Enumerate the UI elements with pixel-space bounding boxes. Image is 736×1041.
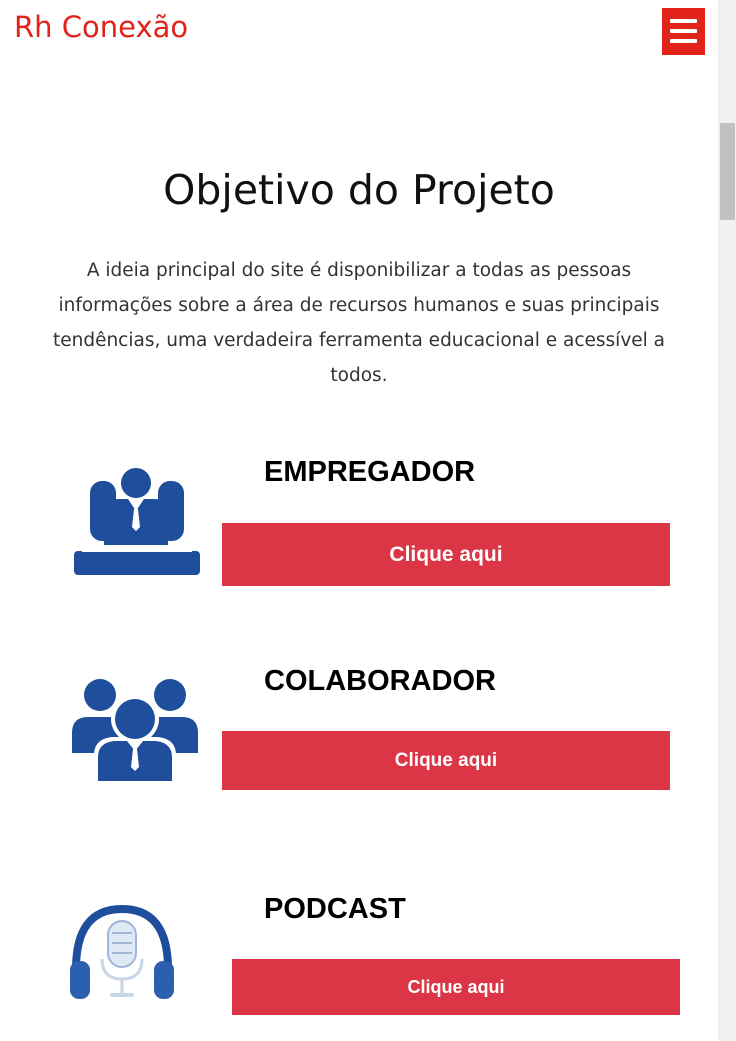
team-icon [70,675,200,787]
brand-logo-text[interactable]: Rh Conexão [14,10,188,44]
card-title-colaborador: COLABORADOR [264,665,496,697]
card-title-empregador: EMPREGADOR [264,456,476,488]
podcast-button[interactable]: Clique aqui [232,959,680,1015]
section-description: A ideia principal do site é disponibiliz… [52,260,666,386]
card-title-podcast: PODCAST [264,893,406,925]
scrollbar-thumb[interactable] [720,123,735,220]
hamburger-menu-button[interactable] [662,8,705,55]
podcast-microphone-icon [68,903,176,1011]
section-title: Objetivo do Projeto [163,166,555,214]
colaborador-button[interactable]: Clique aqui [222,731,670,790]
empregador-button[interactable]: Clique aqui [222,523,670,586]
employer-icon [74,465,200,581]
